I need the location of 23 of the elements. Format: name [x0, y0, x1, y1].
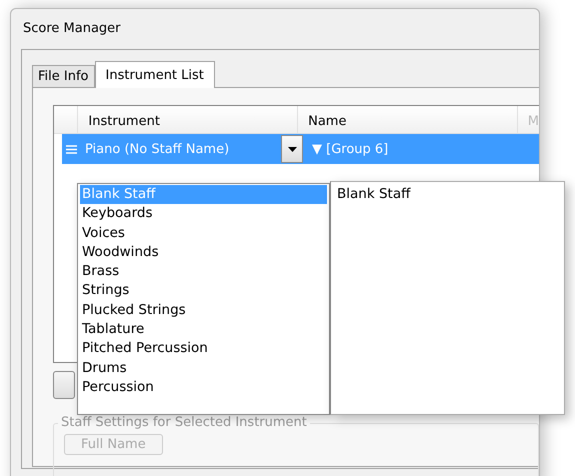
window-title: Score Manager [22, 20, 122, 38]
push-button[interactable] [53, 371, 75, 399]
dropdown-button[interactable] [281, 135, 303, 163]
category-item[interactable]: Keyboards [80, 204, 327, 224]
category-item[interactable]: Plucked Strings [80, 300, 327, 320]
instrument-value: Piano (No Staff Name) [85, 142, 230, 156]
caret-icon [288, 146, 296, 152]
group-title: Staff Settings for Selected Instrument [58, 415, 310, 430]
category-item[interactable]: Tablature [80, 320, 327, 340]
name-value: ▼ [Group 6] [311, 142, 388, 156]
category-item[interactable]: Strings [80, 281, 327, 301]
category-item[interactable]: Drums [80, 358, 327, 378]
menu-icon [66, 144, 77, 154]
category-item[interactable]: Woodwinds [80, 242, 327, 262]
category-item[interactable]: Voices [80, 224, 327, 243]
category-item[interactable]: Brass [80, 262, 327, 282]
category-item[interactable]: Pitched Percussion [80, 339, 327, 359]
tab[interactable]: Instrument List [94, 61, 215, 88]
column-header[interactable]: Instrument [78, 106, 298, 133]
category-item[interactable]: Percussion [80, 378, 327, 398]
tab[interactable]: File Info [32, 65, 94, 87]
column-header[interactable]: Name [298, 106, 518, 133]
instrument-item[interactable]: Blank Staff [335, 185, 560, 204]
